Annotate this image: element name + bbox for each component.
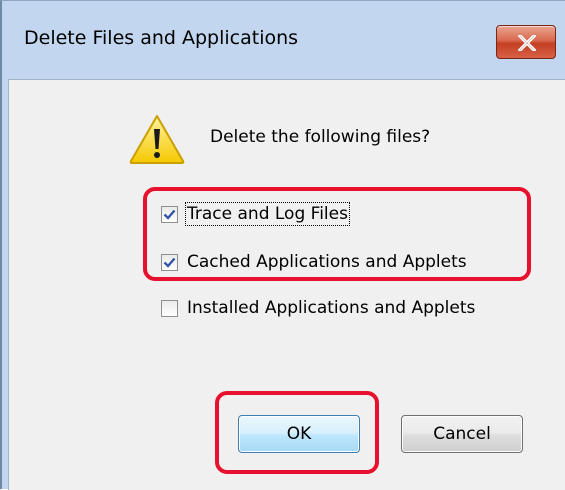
- cached-applications-label: Cached Applications and Applets: [187, 252, 467, 272]
- installed-applications-label: Installed Applications and Applets: [187, 298, 476, 318]
- check-icon: [163, 257, 176, 268]
- title-bar[interactable]: Delete Files and Applications: [2, 1, 565, 79]
- check-icon: [163, 209, 176, 220]
- ok-button[interactable]: OK: [238, 415, 360, 453]
- option-trace-log-files[interactable]: Trace and Log Files: [161, 201, 350, 227]
- installed-applications-checkbox[interactable]: [161, 299, 178, 317]
- option-installed-applications[interactable]: Installed Applications and Applets: [161, 295, 475, 321]
- window-title: Delete Files and Applications: [24, 27, 299, 49]
- close-icon: [518, 35, 536, 51]
- dialog-body: Delete the following files? Trace and Lo…: [8, 79, 565, 490]
- trace-log-checkbox[interactable]: [161, 205, 178, 223]
- prompt-text: Delete the following files?: [210, 127, 431, 147]
- close-button[interactable]: [496, 25, 556, 59]
- option-cached-applications[interactable]: Cached Applications and Applets: [161, 249, 467, 275]
- dialog-window: Delete Files and Applications Delete the…: [0, 0, 565, 490]
- cached-applications-checkbox[interactable]: [161, 253, 178, 271]
- cancel-button[interactable]: Cancel: [401, 415, 523, 453]
- warning-icon: [129, 115, 185, 164]
- trace-log-label: Trace and Log Files: [185, 202, 350, 226]
